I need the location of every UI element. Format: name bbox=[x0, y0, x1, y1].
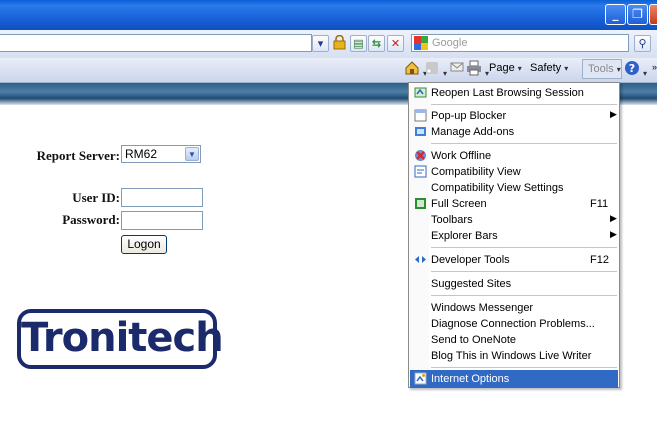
menu-item-label: Developer Tools bbox=[431, 254, 510, 266]
submenu-arrow-icon: ▶ bbox=[610, 229, 617, 239]
full-screen-icon bbox=[415, 198, 426, 209]
svg-text:?: ? bbox=[629, 62, 635, 75]
menu-separator bbox=[431, 104, 617, 105]
compatibility-view-icon[interactable]: ▤ bbox=[350, 35, 367, 52]
address-dropdown-button[interactable]: ▾ bbox=[312, 35, 329, 52]
search-placeholder: Google bbox=[432, 37, 468, 49]
search-input[interactable]: Google bbox=[411, 34, 629, 52]
menu-item-label: Work Offline bbox=[431, 150, 492, 162]
close-button[interactable] bbox=[649, 4, 657, 25]
menu-item-label: Send to OneNote bbox=[431, 334, 517, 346]
menu-item-label: Blog This in Windows Live Writer bbox=[431, 350, 592, 362]
logo-text: Tronitech bbox=[21, 315, 224, 361]
tools-menu-label: Tools bbox=[588, 63, 614, 75]
menu-item-reopen-last-session[interactable]: Reopen Last Browsing Session bbox=[410, 84, 618, 102]
help-icon[interactable]: ? ▾ bbox=[624, 60, 647, 79]
password-field[interactable] bbox=[121, 211, 203, 230]
command-bar: ▾ ▾ ▾ Page ▾ Safety ▾ Tools ▾ ? ▾ » bbox=[0, 58, 657, 83]
menu-item-label: Suggested Sites bbox=[431, 278, 512, 290]
safety-menu-label: Safety bbox=[530, 62, 562, 74]
reopen-session-icon bbox=[414, 87, 427, 98]
menu-item-suggested-sites[interactable]: Suggested Sites bbox=[410, 275, 618, 293]
addons-icon bbox=[415, 127, 426, 136]
page-menu[interactable]: Page ▾ bbox=[489, 62, 522, 74]
address-bar-row: ▾ ▤ ⇆ ✕ Google ⚲ bbox=[0, 30, 657, 59]
stop-icon[interactable]: ✕ bbox=[387, 35, 404, 52]
google-icon bbox=[414, 36, 428, 50]
toolbar-overflow-icon[interactable]: » bbox=[652, 62, 657, 72]
menu-separator bbox=[431, 143, 617, 144]
address-input[interactable] bbox=[0, 34, 312, 52]
menu-item-label: Internet Options bbox=[431, 373, 510, 385]
developer-tools-icon bbox=[415, 256, 426, 263]
menu-item-label: Compatibility View Settings bbox=[431, 182, 564, 194]
print-icon[interactable]: ▾ bbox=[466, 60, 489, 79]
menu-item-label: Manage Add-ons bbox=[431, 126, 515, 138]
report-server-value: RM62 bbox=[125, 147, 158, 161]
refresh-icon[interactable]: ⇆ bbox=[368, 35, 385, 52]
menu-item-label: Explorer Bars bbox=[431, 230, 498, 242]
title-bar[interactable]: _ ❐ bbox=[0, 0, 657, 30]
menu-item-manage-addons[interactable]: Manage Add-ons bbox=[410, 123, 618, 141]
lock-icon[interactable] bbox=[331, 34, 348, 52]
userid-label: User ID: bbox=[72, 190, 120, 205]
menu-item-explorer-bars[interactable]: Explorer Bars ▶ bbox=[410, 227, 618, 245]
page-header-banner bbox=[0, 83, 410, 105]
minimize-button[interactable]: _ bbox=[605, 4, 626, 25]
menu-item-label: Compatibility View bbox=[431, 166, 521, 178]
internet-options-icon bbox=[414, 372, 427, 385]
menu-item-label: Pop-up Blocker bbox=[431, 110, 507, 122]
tools-menu[interactable]: Tools ▾ bbox=[582, 59, 622, 79]
work-offline-icon bbox=[415, 150, 426, 161]
safety-menu[interactable]: Safety ▾ bbox=[530, 62, 568, 74]
page-menu-label: Page bbox=[489, 62, 515, 74]
userid-field[interactable] bbox=[121, 188, 203, 207]
maximize-button[interactable]: ❐ bbox=[627, 4, 648, 25]
password-label: Password: bbox=[62, 212, 120, 227]
menu-item-label: Full Screen bbox=[431, 198, 487, 210]
menu-item-developer-tools[interactable]: Developer Tools F12 bbox=[410, 251, 618, 269]
report-server-label: Report Server: bbox=[36, 148, 120, 163]
menu-separator bbox=[431, 247, 617, 248]
menu-item-label: Reopen Last Browsing Session bbox=[431, 87, 584, 99]
submenu-arrow-icon: ▶ bbox=[610, 213, 617, 223]
search-icon[interactable]: ⚲ bbox=[634, 35, 651, 52]
feeds-icon[interactable]: ▾ bbox=[424, 60, 447, 79]
menu-item-internet-options[interactable]: Internet Options bbox=[410, 370, 618, 388]
logon-button[interactable]: Logon bbox=[121, 235, 167, 254]
report-server-select[interactable]: RM62 ▼ bbox=[121, 145, 201, 163]
menu-separator bbox=[431, 367, 617, 368]
submenu-arrow-icon: ▶ bbox=[610, 109, 617, 119]
menu-item-label: Diagnose Connection Problems... bbox=[431, 318, 595, 330]
compatibility-view-icon bbox=[414, 165, 427, 178]
menu-item-shortcut: F12 bbox=[590, 254, 609, 266]
menu-separator bbox=[431, 271, 617, 272]
menu-item-blog-this[interactable]: Blog This in Windows Live Writer bbox=[410, 347, 618, 365]
page-header-banner-right bbox=[620, 83, 657, 105]
read-mail-icon[interactable] bbox=[450, 60, 464, 77]
popup-blocker-icon bbox=[414, 109, 427, 122]
menu-item-shortcut: F11 bbox=[590, 198, 609, 210]
company-logo: Tronitech bbox=[17, 309, 224, 369]
chevron-down-icon[interactable]: ▼ bbox=[185, 147, 199, 161]
menu-separator bbox=[431, 295, 617, 296]
menu-item-label: Toolbars bbox=[431, 214, 473, 226]
tools-dropdown-menu: Reopen Last Browsing Session Pop-up Bloc… bbox=[408, 82, 620, 388]
menu-item-label: Windows Messenger bbox=[431, 302, 534, 314]
